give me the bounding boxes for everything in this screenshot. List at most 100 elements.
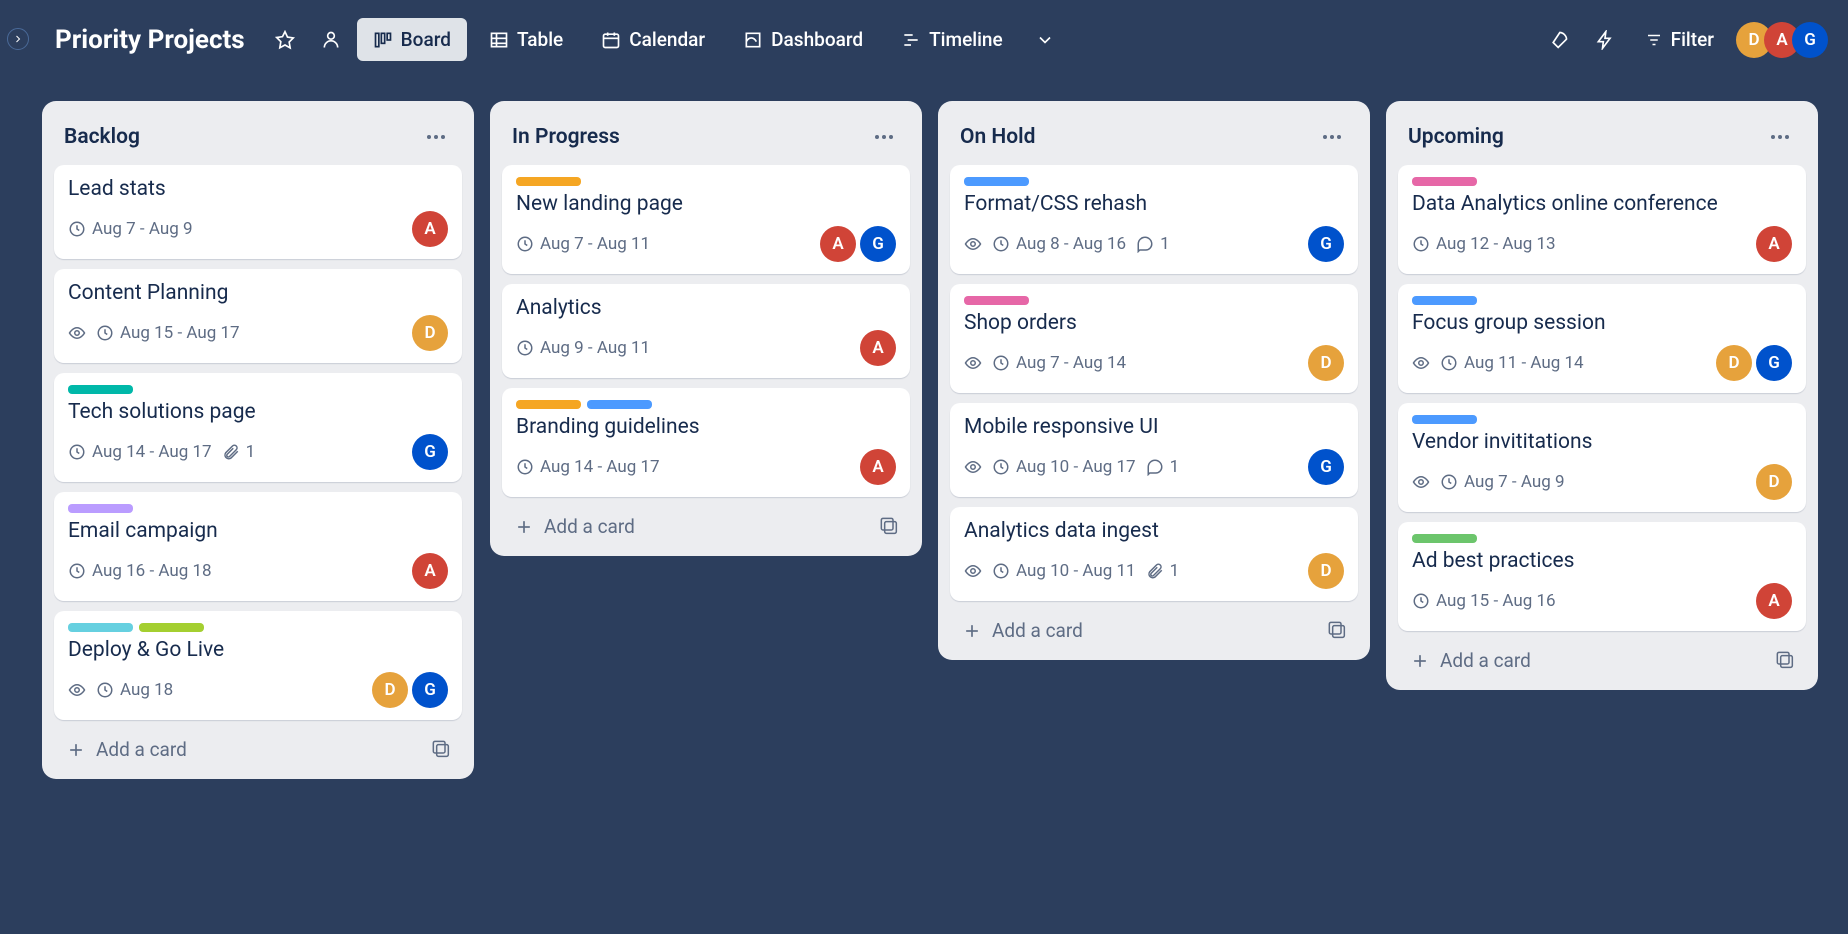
card-date: Aug 15 - Aug 17	[120, 323, 240, 343]
avatar[interactable]: G	[1308, 449, 1344, 485]
view-tab-calendar[interactable]: Calendar	[585, 18, 721, 61]
card[interactable]: Ad best practices Aug 15 - Aug 16A	[1398, 522, 1806, 631]
label-lime[interactable]	[139, 623, 204, 632]
add-card-button[interactable]: Add a card	[1406, 645, 1535, 676]
avatar[interactable]: G	[412, 434, 448, 470]
comment-icon: 1	[1136, 234, 1170, 254]
card-date: Aug 10 - Aug 11	[1016, 561, 1136, 581]
sidebar-expand-button[interactable]	[7, 28, 29, 50]
avatar[interactable]: A	[860, 330, 896, 366]
view-tab-dashboard[interactable]: Dashboard	[727, 18, 879, 61]
label-cyan[interactable]	[68, 623, 133, 632]
attach-count: 1	[246, 442, 256, 462]
avatar[interactable]: G	[412, 672, 448, 708]
card[interactable]: Data Analytics online conference Aug 12 …	[1398, 165, 1806, 274]
card[interactable]: Vendor invititations Aug 7 - Aug 9D	[1398, 403, 1806, 512]
view-tab-board[interactable]: Board	[357, 18, 467, 61]
avatar[interactable]: G	[860, 226, 896, 262]
template-button[interactable]	[430, 738, 454, 762]
attachment-icon: 1	[222, 442, 256, 462]
clock-icon: Aug 7 - Aug 9	[68, 219, 193, 239]
board-title[interactable]: Priority Projects	[55, 25, 245, 55]
card[interactable]: Deploy & Go Live Aug 18DG	[54, 611, 462, 720]
add-card-button[interactable]: Add a card	[62, 734, 191, 765]
card[interactable]: Mobile responsive UI Aug 10 - Aug 171G	[950, 403, 1358, 497]
label-pink[interactable]	[964, 296, 1029, 305]
avatar[interactable]: G	[1792, 22, 1828, 58]
share-icon[interactable]	[311, 20, 351, 60]
card[interactable]: Lead stats Aug 7 - Aug 9A	[54, 165, 462, 259]
label-blue[interactable]	[964, 177, 1029, 186]
column-title[interactable]: Upcoming	[1408, 125, 1504, 149]
add-card-button[interactable]: Add a card	[510, 511, 639, 542]
add-card-button[interactable]: Add a card	[958, 615, 1087, 646]
card[interactable]: Format/CSS rehash Aug 8 - Aug 161G	[950, 165, 1358, 274]
avatar[interactable]: A	[860, 449, 896, 485]
card-title: Format/CSS rehash	[964, 192, 1344, 216]
more-views-icon[interactable]	[1025, 20, 1065, 60]
card[interactable]: Shop orders Aug 7 - Aug 14D	[950, 284, 1358, 393]
label-blue[interactable]	[1412, 415, 1477, 424]
view-tab-table-label: Table	[517, 28, 563, 51]
filter-button[interactable]: Filter	[1631, 20, 1728, 59]
avatar[interactable]: D	[1308, 553, 1344, 589]
template-button[interactable]	[878, 515, 902, 539]
watch-icon	[964, 562, 982, 580]
label-orange[interactable]	[516, 177, 581, 186]
clock-icon: Aug 14 - Aug 17	[68, 442, 212, 462]
view-tab-board-label: Board	[401, 28, 451, 51]
card[interactable]: Email campaign Aug 16 - Aug 18A	[54, 492, 462, 601]
add-card-label: Add a card	[1440, 649, 1531, 672]
label-green[interactable]	[1412, 534, 1477, 543]
avatar[interactable]: D	[1756, 464, 1792, 500]
card-date: Aug 9 - Aug 11	[540, 338, 650, 358]
card-date: Aug 11 - Aug 14	[1464, 353, 1584, 373]
watch-icon	[1412, 354, 1430, 372]
card[interactable]: Analytics data ingest Aug 10 - Aug 111D	[950, 507, 1358, 601]
label-pink[interactable]	[1412, 177, 1477, 186]
avatar[interactable]: A	[1756, 583, 1792, 619]
clock-icon: Aug 14 - Aug 17	[516, 457, 660, 477]
card[interactable]: Focus group session Aug 11 - Aug 14DG	[1398, 284, 1806, 393]
avatar[interactable]: D	[1308, 345, 1344, 381]
avatar[interactable]: D	[1716, 345, 1752, 381]
avatar[interactable]: D	[372, 672, 408, 708]
card[interactable]: Analytics Aug 9 - Aug 11A	[502, 284, 910, 378]
avatar[interactable]: G	[1308, 226, 1344, 262]
automation-icon[interactable]	[1585, 20, 1625, 60]
template-button[interactable]	[1774, 649, 1798, 673]
rocket-icon[interactable]	[1539, 20, 1579, 60]
avatar[interactable]: A	[1756, 226, 1792, 262]
comment-count: 1	[1170, 457, 1180, 477]
card-title: Deploy & Go Live	[68, 638, 448, 662]
column-title[interactable]: Backlog	[64, 125, 140, 149]
avatar[interactable]: A	[412, 211, 448, 247]
label-orange[interactable]	[516, 400, 581, 409]
label-purple[interactable]	[68, 504, 133, 513]
avatar[interactable]: G	[1756, 345, 1792, 381]
card[interactable]: New landing page Aug 7 - Aug 11AG	[502, 165, 910, 274]
avatar[interactable]: A	[820, 226, 856, 262]
column-title[interactable]: In Progress	[512, 125, 620, 149]
card[interactable]: Content Planning Aug 15 - Aug 17 D	[54, 269, 462, 363]
card[interactable]: Branding guidelines Aug 14 - Aug 17A	[502, 388, 910, 497]
clock-icon: Aug 9 - Aug 11	[516, 338, 650, 358]
column-menu-button[interactable]	[868, 121, 900, 153]
view-tab-timeline[interactable]: Timeline	[885, 18, 1019, 61]
column-menu-button[interactable]	[420, 121, 452, 153]
column-title[interactable]: On Hold	[960, 125, 1035, 149]
header-avatars[interactable]: D A G	[1744, 22, 1828, 58]
label-blue[interactable]	[1412, 296, 1477, 305]
avatar[interactable]: D	[412, 315, 448, 351]
column-menu-button[interactable]	[1316, 121, 1348, 153]
column-menu-button[interactable]	[1764, 121, 1796, 153]
view-tab-table[interactable]: Table	[473, 18, 579, 61]
card[interactable]: Tech solutions page Aug 14 - Aug 171G	[54, 373, 462, 482]
label-blue[interactable]	[587, 400, 652, 409]
star-icon[interactable]	[265, 20, 305, 60]
label-teal[interactable]	[68, 385, 133, 394]
avatar[interactable]: A	[412, 553, 448, 589]
template-button[interactable]	[1326, 619, 1350, 643]
card-title: Content Planning	[68, 281, 448, 305]
watch-icon	[964, 354, 982, 372]
